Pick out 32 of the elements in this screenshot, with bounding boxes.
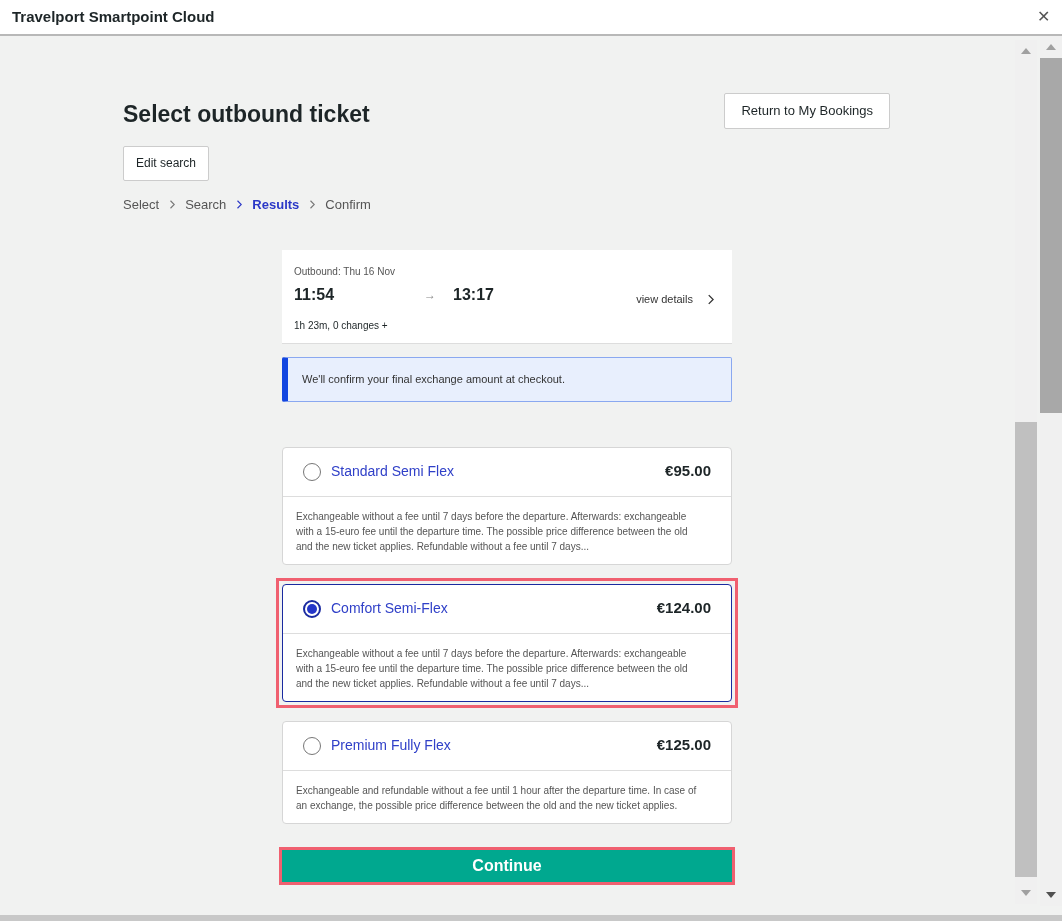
close-button[interactable]: ✕ — [1037, 5, 1050, 29]
window-title: Travelport Smartpoint Cloud — [12, 6, 215, 27]
ticket-price: €95.00 — [665, 461, 711, 482]
breadcrumb-link[interactable]: Select — [123, 194, 160, 214]
return-to-bookings-button[interactable]: Return to My Bookings — [724, 93, 890, 129]
breadcrumb-link[interactable]: Results — [252, 194, 300, 214]
ticket-price: €124.00 — [656, 598, 711, 619]
view-details-link[interactable]: view details — [636, 291, 693, 308]
scrollbar-thumb[interactable] — [1040, 58, 1062, 413]
ticket-description: Exchangeable without a fee until 7 days before the departure. Afterwards: exchangeable with a 15-euro fee until the departure time. The possible price difference between the old and the new ticket applies. Refundable without a fee until 7 days... — [295, 509, 689, 554]
ticket-name: Comfort Semi-Flex — [331, 599, 448, 618]
ticket-name: Premium Fully Flex — [331, 736, 451, 755]
ticket-name: Standard Semi Flex — [331, 462, 454, 481]
journey-summary: 1h 23m, 0 changes + — [294, 318, 389, 333]
chevron-right-icon — [707, 293, 714, 305]
ticket-price: €125.00 — [656, 735, 711, 756]
outbound-date: Outbound: Thu 16 Nov — [294, 265, 396, 279]
radio-button[interactable] — [303, 599, 321, 618]
arrival-time: 13:17 — [453, 285, 494, 306]
info-notice: We'll confirm your final exchange amount at checkout. — [282, 356, 732, 402]
breadcrumb-link[interactable]: Confirm — [325, 194, 371, 214]
departure-time: 11:54 — [294, 285, 336, 306]
edit-search-button[interactable]: Edit search — [123, 145, 210, 181]
arrow-glyph: → — [424, 287, 437, 305]
ticket-description: Exchangeable without a fee until 7 days before the departure. Afterwards: exchangeable with a 15-euro fee until the departure time. The possible price difference between the old and the new ticket applies. Refundable without a fee until 7 days... — [295, 646, 689, 691]
chevron-right-icon — [169, 199, 176, 209]
breadcrumb-link[interactable]: Search — [185, 194, 227, 214]
ticket-description: Exchangeable and refundable without a fee until 1 hour after the departure time. In case of an exchange, the possible price difference between the old and the new ticket applies. — [295, 783, 698, 813]
page-title: Select outbound ticket — [123, 100, 370, 129]
scrollbar-thumb[interactable] — [1015, 422, 1037, 877]
chevron-right-icon — [236, 199, 243, 209]
chevron-right-icon — [309, 199, 316, 209]
